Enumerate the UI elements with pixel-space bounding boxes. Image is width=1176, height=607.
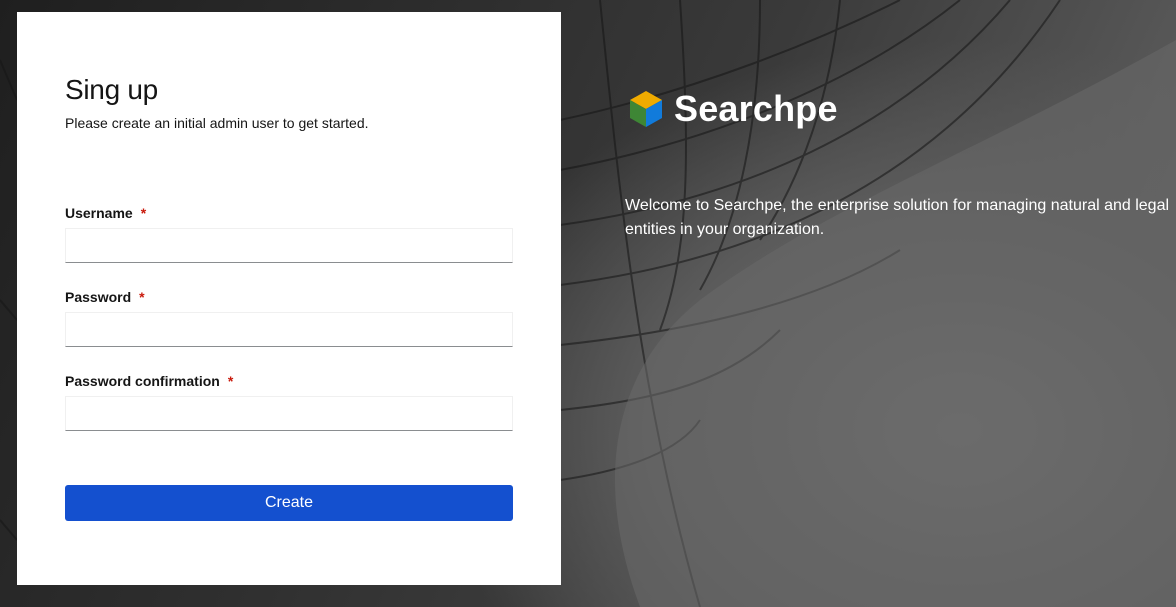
- password-confirmation-field-group: Password confirmation *: [65, 373, 513, 431]
- username-label-text: Username: [65, 205, 133, 221]
- password-confirmation-label: Password confirmation *: [65, 373, 513, 389]
- page-subtitle: Please create an initial admin user to g…: [65, 115, 369, 131]
- username-input[interactable]: [65, 228, 513, 263]
- welcome-text: Welcome to Searchpe, the enterprise solu…: [625, 197, 1170, 238]
- password-label-text: Password: [65, 289, 132, 305]
- create-button[interactable]: Create: [65, 485, 513, 521]
- required-marker: *: [227, 373, 234, 389]
- password-confirmation-label-text: Password confirmation: [65, 373, 220, 389]
- password-field-group: Password *: [65, 289, 513, 347]
- signup-card: Sing up Please create an initial admin u…: [17, 12, 561, 585]
- username-field-group: Username *: [65, 205, 513, 263]
- cube-logo-icon: [630, 91, 662, 127]
- required-marker: *: [140, 205, 147, 221]
- password-label: Password *: [65, 289, 513, 305]
- required-marker: *: [139, 289, 145, 305]
- password-confirmation-input[interactable]: [65, 396, 513, 431]
- brand-name: Searchpe: [674, 88, 838, 129]
- brand: Searchpe: [628, 88, 838, 130]
- username-label: Username *: [65, 205, 513, 221]
- password-input[interactable]: [65, 312, 513, 347]
- page-title: Sing up: [65, 74, 158, 105]
